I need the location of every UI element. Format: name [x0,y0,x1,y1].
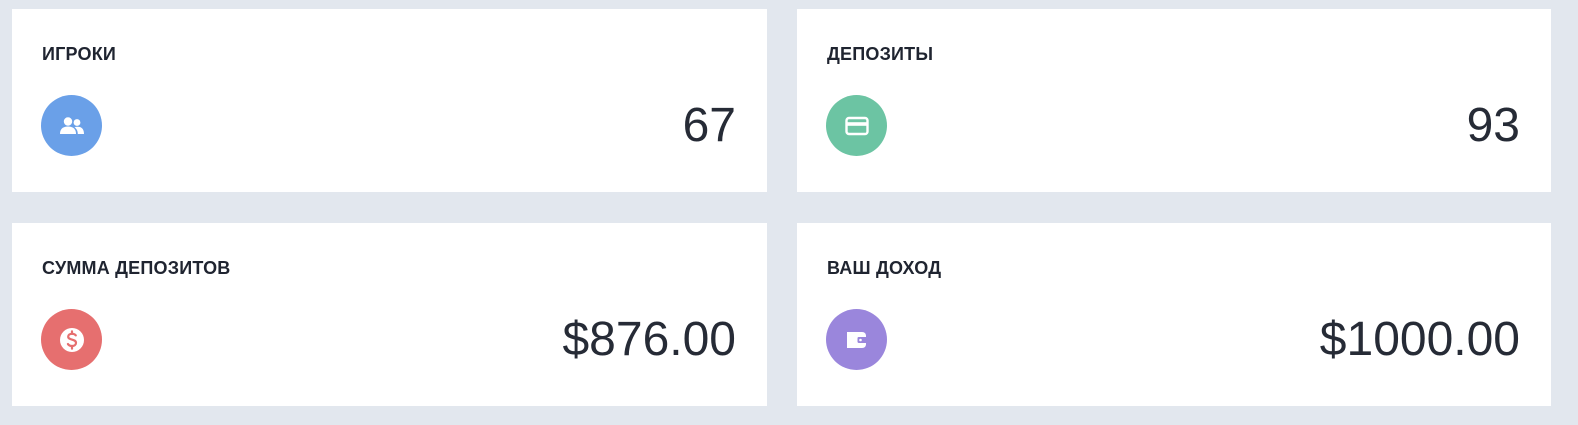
stat-value: 93 [1466,99,1520,152]
stat-card-income: ВАШ ДОХОД $1000.00 [797,223,1551,406]
dollar-coin-icon [41,309,102,370]
stats-grid: ИГРОКИ 67 ДЕПОЗИТЫ 93 СУММА ДЕПОЗИТОВ $8… [12,9,1551,406]
stat-title: ИГРОКИ [42,44,117,64]
stat-card-players: ИГРОКИ 67 [12,9,767,192]
stat-title: ДЕПОЗИТЫ [827,44,934,64]
stat-card-deposits: ДЕПОЗИТЫ 93 [797,9,1551,192]
stat-value: $876.00 [562,313,736,366]
stat-title: ВАШ ДОХОД [827,258,942,278]
users-icon [41,95,102,156]
wallet-icon [826,309,887,370]
stat-card-deposit-sum: СУММА ДЕПОЗИТОВ $876.00 [12,223,767,406]
stat-title: СУММА ДЕПОЗИТОВ [42,258,231,278]
credit-card-icon [826,95,887,156]
stat-value: $1000.00 [1319,313,1520,366]
stat-value: 67 [682,99,736,152]
